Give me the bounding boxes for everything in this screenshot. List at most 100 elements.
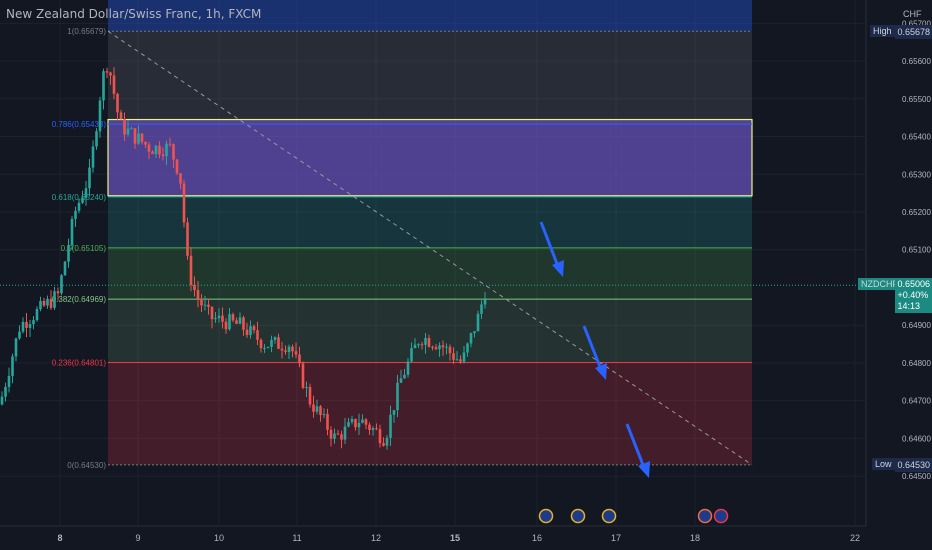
currency-label: CHF xyxy=(903,9,922,19)
candle-body xyxy=(336,433,340,435)
candle-body xyxy=(406,361,410,375)
fib-zone-0618-05 xyxy=(108,196,752,248)
fib-label-0.382: 0.382(0.64969) xyxy=(52,295,107,304)
candle-body xyxy=(98,100,102,132)
candle-body xyxy=(189,255,193,285)
candle-body xyxy=(231,314,235,321)
candle-body xyxy=(476,313,480,332)
candle-body xyxy=(354,418,357,428)
candle-body xyxy=(249,326,252,336)
last-price-change: +0.40% xyxy=(897,290,929,301)
candle-body xyxy=(49,298,53,308)
candle-body xyxy=(133,128,137,144)
candle-body xyxy=(245,329,249,336)
candle-body xyxy=(109,72,112,76)
candle-body xyxy=(119,112,123,120)
time-tick-label: 12 xyxy=(371,533,381,543)
candle-body xyxy=(399,378,403,383)
candle-body xyxy=(266,346,270,348)
fib-zone-0236-0 xyxy=(108,362,752,465)
candle-body xyxy=(462,352,466,362)
candle-body xyxy=(144,141,147,145)
candle-body xyxy=(74,210,77,219)
candle-body xyxy=(182,183,186,223)
candle-body xyxy=(42,300,46,306)
candle-body xyxy=(147,144,151,152)
candle-body xyxy=(389,414,392,438)
candle-body xyxy=(151,151,154,155)
candle-body xyxy=(308,386,312,405)
candle-body xyxy=(259,339,263,349)
candle-body xyxy=(364,419,368,425)
candle-body xyxy=(0,396,4,405)
candle-body xyxy=(448,346,452,354)
candle-body xyxy=(424,338,427,345)
candle-body xyxy=(294,351,298,355)
candle-body xyxy=(21,321,25,332)
candle-body xyxy=(123,119,126,135)
candle-body xyxy=(224,321,228,330)
candle-body xyxy=(350,418,354,423)
event-icon-5 xyxy=(713,508,729,524)
candle-body xyxy=(102,71,105,101)
candle-body xyxy=(385,437,389,446)
chart-title: New Zealand Dollar/Swiss Franc, 1h, FXCM xyxy=(6,7,262,21)
candle-body xyxy=(210,306,214,320)
price-tick-label: 0.64600 xyxy=(902,434,931,443)
candle-body xyxy=(305,386,308,388)
candle-body xyxy=(357,422,361,428)
candle-body xyxy=(263,347,266,349)
candle-body xyxy=(228,314,231,330)
candle-body xyxy=(116,93,119,113)
fib-label-0.236: 0.236(0.64801) xyxy=(52,359,107,368)
last-price-value: 0.65006 xyxy=(897,279,930,290)
event-icon-4 xyxy=(697,508,713,524)
fib-zone-1-0786 xyxy=(108,31,752,125)
time-tick-label: 10 xyxy=(214,533,224,543)
candle-body xyxy=(217,315,221,319)
event-icon-1 xyxy=(538,508,554,524)
candle-body xyxy=(81,197,84,203)
time-tick-label: 17 xyxy=(611,533,621,543)
price-tick-label: 0.64800 xyxy=(902,359,931,368)
candle-body xyxy=(18,331,21,339)
candle-body xyxy=(242,317,245,330)
fib-label-1: 1(0.65679) xyxy=(67,27,106,36)
candle-body xyxy=(175,159,179,174)
price-chart[interactable]: 1(0.65679)0.786(0.65433)0.618(0.65240)0.… xyxy=(0,0,932,550)
candle-body xyxy=(186,222,189,256)
candle-body xyxy=(427,338,431,347)
candle-body xyxy=(301,363,305,388)
candle-body xyxy=(165,143,168,157)
price-tick-label: 0.64700 xyxy=(902,397,931,406)
candle-body xyxy=(483,299,487,305)
candle-body xyxy=(445,346,448,348)
candle-body xyxy=(459,359,462,362)
candle-body xyxy=(105,71,109,73)
candle-body xyxy=(126,128,130,135)
candle-body xyxy=(28,324,32,328)
time-tick-label: 15 xyxy=(450,533,460,543)
fib-label-0.786: 0.786(0.65433) xyxy=(52,120,107,129)
fib-zone-05-0382 xyxy=(108,247,752,300)
candle-body xyxy=(53,291,56,308)
candle-body xyxy=(154,145,158,155)
candle-body xyxy=(417,344,420,346)
price-tick-label: 0.65300 xyxy=(902,170,931,179)
event-icon-2 xyxy=(570,508,586,524)
candle-body xyxy=(378,429,382,444)
candle-body xyxy=(200,298,203,306)
candle-body xyxy=(112,75,116,94)
time-tick-label: 9 xyxy=(135,533,140,543)
candle-body xyxy=(333,433,336,439)
candle-body xyxy=(67,245,70,262)
price-tick-label: 0.64900 xyxy=(902,321,931,330)
candle-body xyxy=(452,353,455,360)
candle-body xyxy=(403,374,406,379)
candle-body xyxy=(441,345,445,348)
candle-body xyxy=(63,261,67,276)
candle-body xyxy=(392,410,396,415)
candle-body xyxy=(473,331,476,334)
highlight-box xyxy=(107,118,753,197)
time-tick-label: 22 xyxy=(850,533,860,543)
